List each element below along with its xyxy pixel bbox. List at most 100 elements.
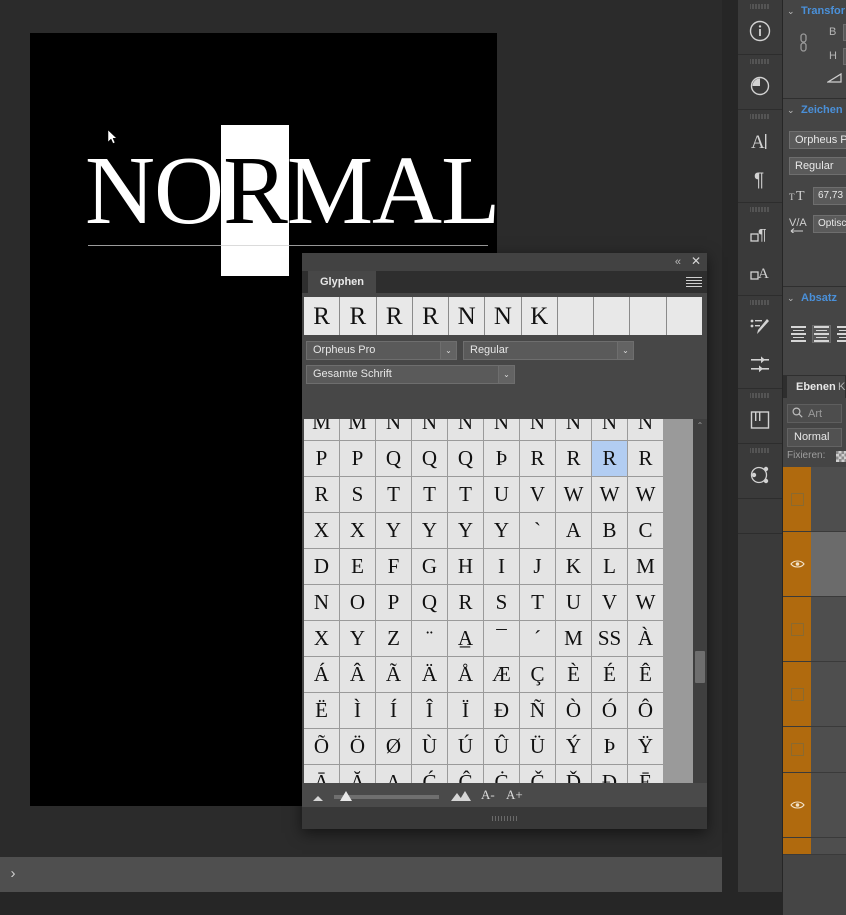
- recent-glyph-cell[interactable]: R: [376, 297, 412, 335]
- layer-rows[interactable]: [783, 467, 846, 855]
- history-icon[interactable]: [738, 67, 782, 105]
- glyph-cell[interactable]: Ò: [556, 693, 591, 728]
- glyph-cell[interactable]: `: [520, 513, 555, 548]
- glyph-cell[interactable]: Ê: [628, 657, 663, 692]
- glyph-cell[interactable]: Ñ: [520, 693, 555, 728]
- chevron-down-icon[interactable]: ⌄: [787, 293, 801, 304]
- statusbar-expand-icon[interactable]: ›: [4, 861, 22, 887]
- glyph-cell[interactable]: I: [484, 549, 519, 584]
- glyph-cell[interactable]: N: [304, 585, 339, 620]
- layer-row[interactable]: [783, 597, 846, 662]
- visibility-toggle[interactable]: [783, 597, 811, 661]
- glyph-cell[interactable]: L: [592, 549, 627, 584]
- glyph-cell[interactable]: W: [628, 585, 663, 620]
- lock-transparency-icon[interactable]: [836, 451, 846, 462]
- glyph-cell[interactable]: R: [556, 441, 591, 476]
- glyph-cell[interactable]: Ë: [304, 693, 339, 728]
- character-icon[interactable]: A: [738, 122, 782, 160]
- paragraph-panel-header[interactable]: ⌄ Absatz: [783, 287, 846, 309]
- glyph-cell[interactable]: Q: [448, 441, 483, 476]
- glyph-cell[interactable]: R: [520, 441, 555, 476]
- glyph-cell[interactable]: T: [376, 477, 411, 512]
- glyph-cell[interactable]: Õ: [304, 729, 339, 764]
- glyph-cell[interactable]: N: [592, 419, 627, 440]
- layer-filter-search[interactable]: Art: [787, 404, 842, 423]
- large-glyph-icon[interactable]: [450, 789, 472, 807]
- glyphs-panel-resize-grip[interactable]: [302, 807, 707, 829]
- align-left-button[interactable]: [789, 325, 808, 343]
- artwork-text[interactable]: NORMAL: [85, 125, 500, 276]
- character-font-family-field[interactable]: Orpheus Pr: [789, 131, 846, 149]
- chevron-down-icon[interactable]: ⌄: [787, 105, 801, 116]
- glyph-cell[interactable]: À: [628, 621, 663, 656]
- decrease-size-button[interactable]: A-: [481, 787, 495, 803]
- glyph-cell[interactable]: A: [556, 513, 591, 548]
- glyph-cell[interactable]: Y: [484, 513, 519, 548]
- glyph-cell[interactable]: P: [340, 441, 375, 476]
- character-font-style-field[interactable]: Regular: [789, 157, 846, 175]
- eye-icon[interactable]: [783, 773, 811, 837]
- visibility-box-icon[interactable]: [790, 743, 804, 756]
- path-icon[interactable]: [738, 456, 782, 494]
- scroll-up-icon[interactable]: ⌃: [693, 419, 707, 433]
- eye-icon[interactable]: [783, 532, 811, 596]
- glyph-cell[interactable]: Q: [412, 441, 447, 476]
- glyph-cell[interactable]: T: [520, 585, 555, 620]
- glyph-cell[interactable]: ´: [520, 621, 555, 656]
- glyphs-panel[interactable]: « ✕ Glyphen RRRRNNK Orpheus Pro ⌄ Regula…: [302, 253, 707, 829]
- panel-menu-icon[interactable]: [686, 275, 702, 288]
- tab-kanaele[interactable]: K: [838, 376, 845, 398]
- layers-tabbar[interactable]: Ebenen K: [783, 376, 846, 398]
- kerning-field[interactable]: Optisc: [813, 215, 846, 233]
- glyph-cell[interactable]: Þ: [592, 729, 627, 764]
- rail-grip[interactable]: [750, 206, 770, 213]
- recent-glyph-cell[interactable]: [630, 297, 666, 335]
- glyph-grid[interactable]: M M N N N N N N N N P P Q Q Q Þ R R R R R S T T T U V W W W X X Y Y Y Y ` A B C…: [304, 419, 665, 806]
- character-styles-icon[interactable]: A: [738, 253, 782, 291]
- glyph-cell[interactable]: N: [412, 419, 447, 440]
- font-style-select[interactable]: Regular: [463, 341, 618, 360]
- info-icon[interactable]: [738, 12, 782, 50]
- glyph-cell[interactable]: R: [448, 585, 483, 620]
- recent-glyph-cell[interactable]: [594, 297, 630, 335]
- glyph-cell[interactable]: Ì: [340, 693, 375, 728]
- glyph-cell[interactable]: ¯: [484, 621, 519, 656]
- rail-grip[interactable]: [750, 299, 770, 306]
- recent-glyph-cell[interactable]: [557, 297, 594, 335]
- glyph-cell[interactable]: Q: [412, 585, 447, 620]
- glyph-cell[interactable]: Ï: [448, 693, 483, 728]
- angle-icon[interactable]: [825, 72, 843, 87]
- align-right-button[interactable]: [835, 325, 846, 343]
- glyph-cell[interactable]: Î: [412, 693, 447, 728]
- glyph-cell[interactable]: R: [304, 477, 339, 512]
- glyph-grid-viewport[interactable]: M M N N N N N N N N P P Q Q Q Þ R R R R R S T T T U V W W W X X Y Y Y Y ` A B C…: [304, 419, 705, 806]
- visibility-box-icon[interactable]: [790, 492, 804, 506]
- glyph-cell[interactable]: Ö: [340, 729, 375, 764]
- visibility-toggle[interactable]: [783, 838, 811, 854]
- glyph-cell[interactable]: Y: [340, 621, 375, 656]
- rail-grip[interactable]: [750, 58, 770, 65]
- visibility-box-icon[interactable]: [790, 622, 804, 636]
- glyph-set-chevron-down-icon[interactable]: ⌄: [498, 365, 515, 384]
- recent-glyph-cell[interactable]: R: [340, 297, 376, 335]
- glyph-cell[interactable]: J: [520, 549, 555, 584]
- artwork-text-selected-glyph[interactable]: R: [221, 125, 289, 276]
- glyph-cell[interactable]: R: [628, 441, 663, 476]
- glyph-cell[interactable]: F: [376, 549, 411, 584]
- glyph-cell[interactable]: Q: [376, 441, 411, 476]
- glyph-cell[interactable]: T: [448, 477, 483, 512]
- glyph-cell[interactable]: Z: [376, 621, 411, 656]
- brush-icon[interactable]: [738, 308, 782, 346]
- glyph-cell[interactable]: Ó: [592, 693, 627, 728]
- increase-size-button[interactable]: A+: [506, 787, 523, 803]
- recent-glyphs-row[interactable]: RRRRNNK: [304, 297, 702, 335]
- glyph-cell[interactable]: P: [304, 441, 339, 476]
- recent-glyph-cell[interactable]: [666, 297, 702, 335]
- glyph-cell[interactable]: Ü: [520, 729, 555, 764]
- glyph-cell[interactable]: X: [340, 513, 375, 548]
- glyph-cell[interactable]: Ý: [556, 729, 591, 764]
- glyph-cell[interactable]: S: [340, 477, 375, 512]
- glyph-cell[interactable]: Û: [484, 729, 519, 764]
- glyph-cell[interactable]: Ç: [520, 657, 555, 692]
- glyph-cell[interactable]: Æ: [484, 657, 519, 692]
